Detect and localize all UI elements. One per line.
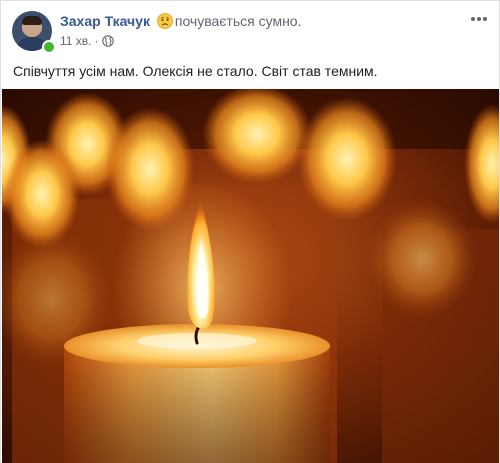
author-line: Захар Ткачук почувається сумно. <box>60 12 301 30</box>
sad-emoji-icon <box>156 13 173 29</box>
globe-icon[interactable] <box>101 35 114 47</box>
candle-photo[interactable] <box>2 89 499 463</box>
post-meta: 11 хв. · <box>60 33 114 49</box>
meta-separator: · <box>94 34 99 48</box>
post-header: Захар Ткачук почувається сумно. 11 хв. · <box>1 1 499 57</box>
post-text: Співчуття усім нам. Олексія не стало. Св… <box>13 63 378 79</box>
post-timestamp[interactable]: 11 хв. <box>60 34 92 48</box>
online-status-indicator <box>42 40 56 54</box>
author-name-link[interactable]: Захар Ткачук <box>60 13 150 29</box>
feeling-text: почувається сумно. <box>174 13 302 29</box>
more-options-icon[interactable] <box>469 13 489 25</box>
post-card: Захар Ткачук почувається сумно. 11 хв.· <box>0 0 500 463</box>
candle-photo-graphic <box>2 89 499 463</box>
